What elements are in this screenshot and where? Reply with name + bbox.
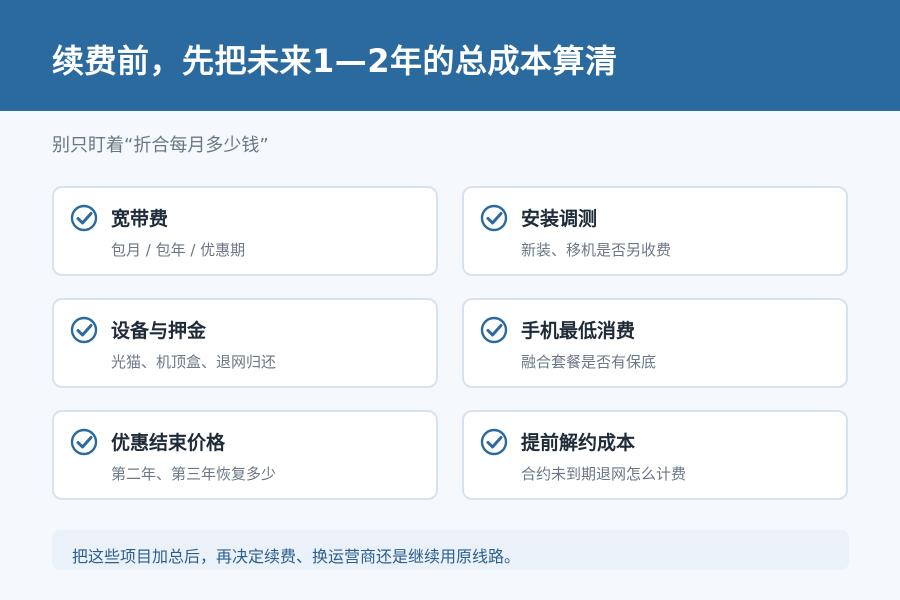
check-circle-icon bbox=[480, 204, 508, 232]
card-label: 安装调测 bbox=[521, 208, 598, 230]
card-label: 提前解约成本 bbox=[521, 432, 636, 454]
card-description: 第二年、第三年恢复多少 bbox=[111, 465, 277, 483]
card-description: 光猫、机顶盒、退网归还 bbox=[111, 353, 277, 371]
check-circle-icon bbox=[70, 204, 98, 232]
page-title: 续费前，先把未来1—2年的总成本算清 bbox=[52, 42, 618, 80]
check-circle-icon bbox=[480, 316, 508, 344]
checklist-card-equipment-deposit: 设备与押金 光猫、机顶盒、退网归还 bbox=[52, 298, 438, 388]
checklist-card-early-termination: 提前解约成本 合约未到期退网怎么计费 bbox=[462, 410, 848, 500]
card-label: 手机最低消费 bbox=[521, 320, 636, 342]
check-circle-icon bbox=[70, 316, 98, 344]
card-label: 设备与押金 bbox=[111, 320, 207, 342]
checklist-card-broadband-fee: 宽带费 包月 / 包年 / 优惠期 bbox=[52, 186, 438, 276]
summary-note-text: 把这些项目加总后，再决定续费、换运营商还是继续用原线路。 bbox=[72, 547, 521, 566]
card-label: 优惠结束价格 bbox=[111, 432, 226, 454]
check-circle-icon bbox=[480, 428, 508, 456]
card-description: 包月 / 包年 / 优惠期 bbox=[111, 241, 246, 259]
checklist-card-phone-minimum: 手机最低消费 融合套餐是否有保底 bbox=[462, 298, 848, 388]
header-banner: 续费前，先把未来1—2年的总成本算清 bbox=[0, 0, 900, 111]
checklist-card-installation: 安装调测 新装、移机是否另收费 bbox=[462, 186, 848, 276]
card-label: 宽带费 bbox=[111, 208, 169, 230]
summary-note: 把这些项目加总后，再决定续费、换运营商还是继续用原线路。 bbox=[52, 530, 849, 570]
card-description: 新装、移机是否另收费 bbox=[521, 241, 672, 259]
card-description: 合约未到期退网怎么计费 bbox=[521, 465, 687, 483]
page-subtitle: 别只盯着“折合每月多少钱” bbox=[52, 135, 269, 156]
checklist-card-post-promo-price: 优惠结束价格 第二年、第三年恢复多少 bbox=[52, 410, 438, 500]
card-description: 融合套餐是否有保底 bbox=[521, 353, 657, 371]
check-circle-icon bbox=[70, 428, 98, 456]
